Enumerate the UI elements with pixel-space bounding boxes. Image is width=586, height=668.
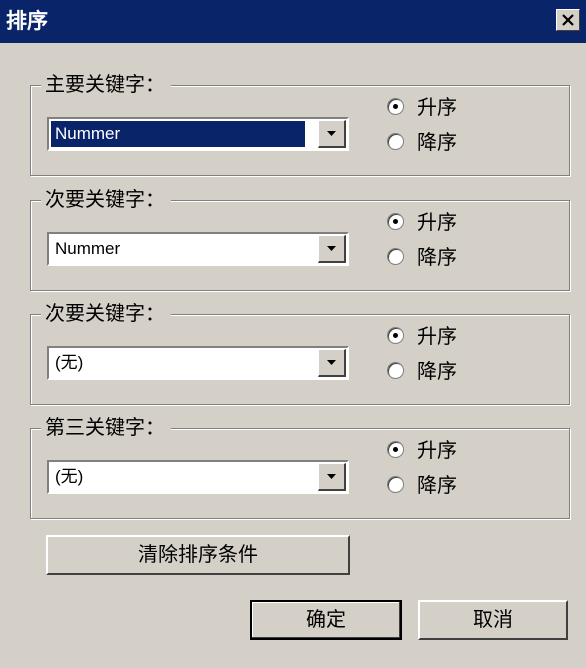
radio-circle <box>387 441 404 458</box>
tertiary-key-select[interactable]: (无) <box>47 460 349 494</box>
radio-dot <box>393 333 398 338</box>
primary-key-group: 主要关键字： Nummer 升序 降序 <box>30 70 570 176</box>
dropdown-button[interactable] <box>318 235 346 263</box>
radio-label: 降序 <box>417 359 457 383</box>
radio-circle <box>387 327 404 344</box>
chevron-down-icon <box>327 360 336 365</box>
group-legend: 次要关键字： <box>41 299 171 327</box>
radio-circle <box>387 362 404 379</box>
radio-circle <box>387 213 404 230</box>
radio-label: 降序 <box>417 245 457 269</box>
close-icon <box>562 14 574 26</box>
chevron-down-icon <box>327 246 336 251</box>
radio-circle <box>387 98 404 115</box>
tertiary-key-group: 第三关键字： (无) 升序 降序 <box>30 413 570 519</box>
dropdown-button[interactable] <box>318 349 346 377</box>
dialog-title: 排序 <box>6 9 48 33</box>
combo-value: (无) <box>55 353 84 372</box>
combo-value: Nummer <box>55 239 121 258</box>
sort-dialog: 排序 主要关键字： Nummer 升序 降序 次要关键字： Nummer 升序 … <box>0 0 586 668</box>
group-legend: 次要关键字： <box>41 185 171 213</box>
secondary-key-group: 次要关键字： Nummer 升序 降序 <box>30 185 570 291</box>
radio-circle <box>387 133 404 150</box>
chevron-down-icon <box>327 474 336 479</box>
radio-label: 降序 <box>417 473 457 497</box>
group-legend: 第三关键字： <box>41 413 171 441</box>
secondary-key-select[interactable]: Nummer <box>47 232 349 266</box>
chevron-down-icon <box>327 131 336 136</box>
combo-value: (无) <box>55 467 84 486</box>
group-legend: 主要关键字： <box>41 70 171 98</box>
title-bar[interactable]: 排序 <box>0 0 586 43</box>
radio-label: 升序 <box>417 324 457 348</box>
radio-label: 升序 <box>417 438 457 462</box>
combo-value: Nummer <box>51 121 305 147</box>
radio-circle <box>387 248 404 265</box>
ok-button[interactable]: 确定 <box>250 600 402 640</box>
radio-dot <box>393 104 398 109</box>
close-button[interactable] <box>556 9 580 31</box>
cancel-button[interactable]: 取消 <box>418 600 568 640</box>
primary-key-select[interactable]: Nummer <box>47 117 349 151</box>
radio-label: 升序 <box>417 95 457 119</box>
radio-dot <box>393 219 398 224</box>
radio-label: 降序 <box>417 130 457 154</box>
secondary-key-2-group: 次要关键字： (无) 升序 降序 <box>30 299 570 405</box>
dropdown-button[interactable] <box>318 120 346 148</box>
radio-dot <box>393 447 398 452</box>
dropdown-button[interactable] <box>318 463 346 491</box>
secondary-key-2-select[interactable]: (无) <box>47 346 349 380</box>
radio-circle <box>387 476 404 493</box>
radio-label: 升序 <box>417 210 457 234</box>
clear-sort-button[interactable]: 清除排序条件 <box>46 535 350 575</box>
